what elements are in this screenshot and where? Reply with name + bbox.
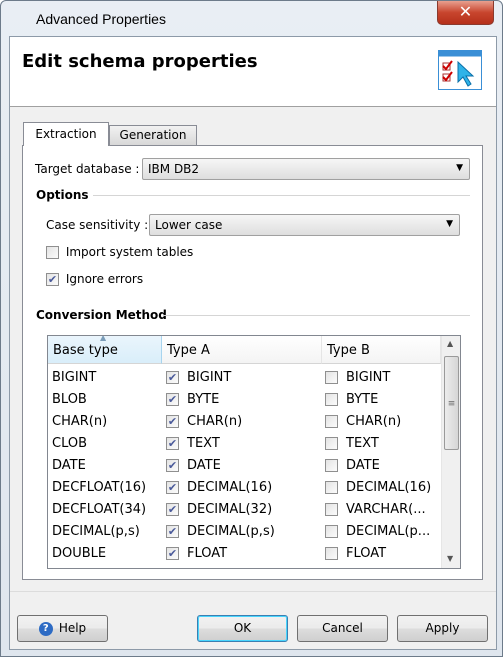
type-b-checkbox[interactable] <box>325 503 338 516</box>
page-title: Edit schema properties <box>22 51 258 72</box>
tab-extraction[interactable]: Extraction <box>23 122 109 146</box>
case-sensitivity-value: Lower case <box>155 218 223 232</box>
base-type-cell: CHAR(n) <box>52 414 108 429</box>
ok-button[interactable]: OK <box>197 615 288 642</box>
scrollbar-thumb[interactable]: ≡ <box>444 356 459 450</box>
close-button[interactable]: ✕ <box>437 1 494 25</box>
table-row[interactable]: DECFLOAT(34) ✔ DECIMAL(32) VARCHAR(... <box>48 499 440 521</box>
type-b-cell: VARCHAR(... <box>346 502 426 517</box>
type-b-checkbox[interactable] <box>325 371 338 384</box>
conversion-divider <box>163 315 470 316</box>
sort-ascending-icon: ▲ <box>100 335 107 342</box>
base-type-cell: BIGINT <box>52 370 97 385</box>
type-a-cell: TEXT <box>187 436 220 451</box>
table-row[interactable]: BIGINT ✔ BIGINT BIGINT <box>48 367 440 389</box>
base-type-cell: CLOB <box>52 436 88 451</box>
base-type-cell: DATE <box>52 458 86 473</box>
table-row[interactable]: CHAR(n) ✔ CHAR(n) CHAR(n) <box>48 411 440 433</box>
header-panel: Edit schema properties <box>10 37 496 107</box>
type-b-cell: BIGINT <box>346 370 391 385</box>
type-b-cell: DATE <box>346 458 380 473</box>
type-b-checkbox[interactable] <box>325 415 338 428</box>
type-a-checkbox[interactable]: ✔ <box>166 481 179 494</box>
conversion-grid: Base type ▲ Type A Type B BIGINT ✔ BIGINT… <box>47 335 461 569</box>
base-type-cell: DECFLOAT(16) <box>52 480 147 495</box>
dialog-client: Edit schema properties Extraction Genera… <box>9 36 497 650</box>
conversion-method-heading: Conversion Method <box>36 308 167 322</box>
column-header-type-b[interactable]: Type B <box>322 336 441 364</box>
base-type-cell: DECFLOAT(34) <box>52 502 147 517</box>
type-b-checkbox[interactable] <box>325 437 338 450</box>
type-b-cell: DECIMAL(16) <box>346 480 432 495</box>
column-header-type-a[interactable]: Type A <box>162 336 322 364</box>
column-header-base-type[interactable]: Base type ▲ <box>48 336 162 364</box>
dialog-window: Advanced Properties ✕ Edit schema proper… <box>0 0 503 657</box>
checklist-cursor-icon <box>438 50 482 90</box>
type-a-checkbox[interactable]: ✔ <box>166 459 179 472</box>
checkmark-icon: ✔ <box>46 273 59 286</box>
case-sensitivity-label: Case sensitivity : <box>46 218 149 232</box>
chevron-down-icon: ▼ <box>456 163 463 173</box>
base-type-cell: BLOB <box>52 392 87 407</box>
help-label: Help <box>58 621 87 635</box>
type-b-cell: TEXT <box>346 436 379 451</box>
tab-generation[interactable]: Generation <box>109 125 197 145</box>
type-b-cell: BYTE <box>346 392 379 407</box>
options-divider <box>93 195 470 196</box>
scroll-down-icon[interactable]: ▼ <box>447 554 453 563</box>
chevron-down-icon: ▼ <box>446 219 453 229</box>
options-heading: Options <box>36 188 89 202</box>
type-b-checkbox[interactable] <box>325 459 338 472</box>
help-button[interactable]: ? Help <box>17 615 108 642</box>
apply-button[interactable]: Apply <box>397 615 488 642</box>
case-sensitivity-select[interactable]: Lower case ▼ <box>149 214 460 236</box>
table-row[interactable]: DECFLOAT(16) ✔ DECIMAL(16) DECIMAL(16) <box>48 477 440 499</box>
type-b-cell: FLOAT <box>346 546 387 561</box>
target-database-value: IBM DB2 <box>148 162 200 176</box>
column-header-label: Base type <box>53 343 118 358</box>
ignore-errors-checkbox[interactable]: ✔ Ignore errors <box>46 272 143 286</box>
type-a-checkbox[interactable]: ✔ <box>166 437 179 450</box>
import-system-tables-label: Import system tables <box>65 245 194 259</box>
type-a-cell: BYTE <box>187 392 220 407</box>
target-database-select[interactable]: IBM DB2 ▼ <box>142 158 470 180</box>
type-a-cell: FLOAT <box>187 546 228 561</box>
base-type-cell: DOUBLE <box>52 546 107 561</box>
cancel-button[interactable]: Cancel <box>297 615 388 642</box>
help-icon: ? <box>38 621 53 636</box>
table-row[interactable]: BLOB ✔ BYTE BYTE <box>48 389 440 411</box>
type-a-cell: DECIMAL(16) <box>187 480 273 495</box>
footer-divider <box>10 591 496 592</box>
type-b-cell: CHAR(n) <box>346 414 402 429</box>
type-b-checkbox[interactable] <box>325 481 338 494</box>
window-title: Advanced Properties <box>36 11 166 27</box>
type-a-checkbox[interactable]: ✔ <box>166 547 179 560</box>
extraction-panel: Target database : IBM DB2 ▼ Options Case … <box>22 145 483 580</box>
type-a-checkbox[interactable]: ✔ <box>166 503 179 516</box>
type-a-cell: CHAR(n) <box>187 414 243 429</box>
ignore-errors-label: Ignore errors <box>65 272 144 286</box>
scroll-up-icon[interactable]: ▲ <box>447 339 453 348</box>
base-type-cell: DECIMAL(p,s) <box>52 524 140 539</box>
type-a-cell: DECIMAL(p,s) <box>187 524 275 539</box>
type-b-checkbox[interactable] <box>325 525 338 538</box>
type-b-cell: DECIMAL(p... <box>346 524 431 539</box>
type-a-cell: DATE <box>187 458 221 473</box>
table-row[interactable]: DOUBLE ✔ FLOAT FLOAT <box>48 543 440 565</box>
type-a-checkbox[interactable]: ✔ <box>166 393 179 406</box>
type-b-checkbox[interactable] <box>325 393 338 406</box>
table-row[interactable]: DECIMAL(p,s) ✔ DECIMAL(p,s) DECIMAL(p... <box>48 521 440 543</box>
type-a-cell: DECIMAL(32) <box>187 502 273 517</box>
type-a-checkbox[interactable]: ✔ <box>166 371 179 384</box>
type-a-checkbox[interactable]: ✔ <box>166 415 179 428</box>
vertical-scrollbar[interactable]: ▲ ≡ ▼ <box>441 336 460 568</box>
type-a-checkbox[interactable]: ✔ <box>166 525 179 538</box>
type-b-checkbox[interactable] <box>325 547 338 560</box>
target-database-label: Target database : <box>35 162 140 176</box>
import-system-tables-checkbox[interactable]: Import system tables <box>46 245 193 259</box>
table-row[interactable]: DATE ✔ DATE DATE <box>48 455 440 477</box>
type-a-cell: BIGINT <box>187 370 232 385</box>
table-row[interactable]: CLOB ✔ TEXT TEXT <box>48 433 440 455</box>
checkbox-unchecked-icon <box>46 246 59 259</box>
